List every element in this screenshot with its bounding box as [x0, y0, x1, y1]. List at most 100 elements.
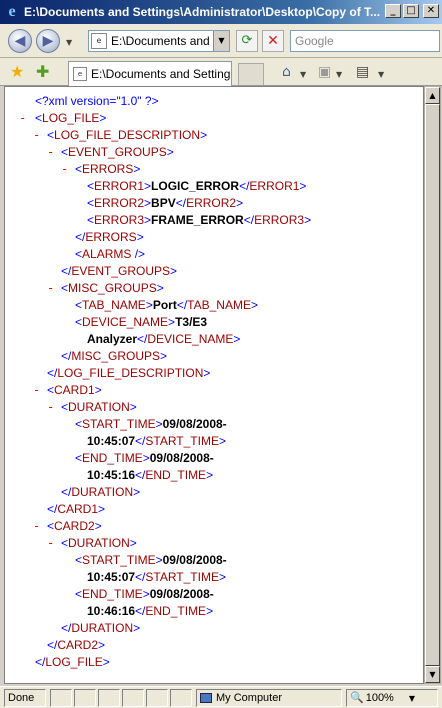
status-pane	[98, 689, 120, 707]
xml-node-device-name-close: Analyzer</DEVICE_NAME>	[87, 332, 241, 346]
xml-node-errors-close: </ERRORS>	[75, 230, 144, 244]
new-tab-button[interactable]	[238, 63, 264, 85]
recent-pages-dropdown-icon[interactable]: ▼	[66, 38, 72, 47]
xml-node-event-groups-close: </EVENT_GROUPS>	[61, 264, 178, 278]
node-value: 10:45:16	[87, 468, 136, 482]
node-value: 10:45:07	[87, 570, 136, 584]
tab-page-icon: e	[73, 67, 87, 81]
zoom-control[interactable]: 🔍 100% ▼	[346, 689, 438, 707]
xml-node-start-time-open: <START_TIME>09/08/2008-	[75, 417, 227, 431]
tag-name: CARD1	[57, 502, 99, 516]
address-text[interactable]: E:\Documents and Set	[111, 34, 211, 48]
tag-name: TAB_NAME	[187, 298, 251, 312]
forward-button[interactable]: ▶	[36, 29, 60, 53]
status-pane	[170, 689, 192, 707]
back-button[interactable]: ◀	[8, 29, 32, 53]
tag-name: START_TIME	[145, 570, 219, 584]
tab-current[interactable]: e E:\Documents and Setting...	[68, 61, 232, 86]
feeds-icon[interactable]: ▣	[318, 64, 331, 80]
xml-declaration: <?xml version="1.0" ?>	[5, 93, 423, 110]
collapse-toggle[interactable]: -	[19, 110, 26, 127]
xml-node-start-time-open: <START_TIME>09/08/2008-	[75, 553, 227, 567]
tag-name: END_TIME	[145, 468, 207, 482]
collapse-toggle[interactable]: -	[33, 518, 40, 535]
address-field[interactable]: e E:\Documents and Set ▼	[88, 30, 230, 52]
minimize-button[interactable]: _	[385, 4, 401, 18]
stop-button[interactable]: ✕	[262, 30, 284, 52]
declaration-text: <?xml version="1.0" ?>	[35, 94, 159, 108]
node-value: FRAME_ERROR	[151, 213, 244, 227]
xml-node-end-time-open: <END_TIME>09/08/2008-	[75, 587, 214, 601]
xml-node-end-time-close: 10:46:16</END_TIME>	[87, 604, 214, 618]
feeds-dropdown-icon[interactable]: ▼	[336, 70, 342, 79]
close-button[interactable]: ✕	[423, 4, 439, 18]
collapse-toggle[interactable]: -	[47, 144, 54, 161]
address-dropdown-icon[interactable]: ▼	[213, 31, 229, 51]
collapse-toggle[interactable]: -	[47, 535, 54, 552]
tag-name: START_TIME	[82, 417, 156, 431]
xml-node-card2-open: - <CARD2>	[33, 518, 102, 535]
xml-node-end-time-open: <END_TIME>09/08/2008-	[75, 451, 214, 465]
collapse-toggle[interactable]: -	[47, 399, 54, 416]
collapse-toggle[interactable]: -	[47, 280, 54, 297]
address-toolbar: ◀ ▶ ▼ e E:\Documents and Set ▼ ⟳ ✕ Googl…	[0, 24, 442, 58]
status-pane	[122, 689, 144, 707]
xml-node-errors-open: - <ERRORS>	[61, 161, 141, 178]
tag-name: EVENT_GROUPS	[71, 264, 171, 278]
status-pane	[146, 689, 168, 707]
tag-name: ERROR1	[249, 179, 300, 193]
xml-node-alarms: <ALARMS />	[75, 247, 146, 261]
node-value: 10:45:07	[87, 434, 136, 448]
window-controls: _ □ ✕	[385, 4, 439, 18]
ie-logo-icon: e	[8, 3, 16, 20]
tag-name: ERROR2	[94, 196, 145, 210]
search-input[interactable]: Google	[290, 30, 440, 52]
node-value: 09/08/2008-	[149, 451, 214, 465]
collapse-toggle[interactable]: -	[33, 127, 40, 144]
tag-name: MISC_GROUPS	[68, 281, 157, 295]
node-value: T3/E3	[175, 315, 208, 329]
print-dropdown-icon[interactable]: ▼	[378, 70, 384, 79]
tag-name: DURATION	[71, 621, 134, 635]
tag-name: DURATION	[68, 536, 130, 550]
xml-node-start-time-close: 10:45:07</START_TIME>	[87, 434, 226, 448]
xml-node-misc-groups-open: - <MISC_GROUPS>	[47, 280, 164, 297]
node-value: 09/08/2008-	[162, 553, 227, 567]
tag-name: START_TIME	[82, 553, 156, 567]
status-pane	[74, 689, 96, 707]
xml-node-end-time-close: 10:45:16</END_TIME>	[87, 468, 214, 482]
home-dropdown-icon[interactable]: ▼	[300, 70, 306, 79]
xml-node-error2: <ERROR2>BPV</ERROR2>	[87, 196, 244, 210]
tag-name: CARD1	[54, 383, 95, 397]
collapse-toggle[interactable]: -	[33, 382, 40, 399]
xml-node-card1-close: </CARD1>	[47, 502, 106, 516]
home-icon[interactable]: ⌂	[282, 64, 291, 80]
collapse-toggle[interactable]: -	[61, 161, 68, 178]
status-pane	[50, 689, 72, 707]
xml-node-log-file-description-close: </LOG_FILE_DESCRIPTION>	[47, 366, 211, 380]
tag-name: ERRORS	[82, 162, 134, 176]
scroll-down-icon[interactable]: ▼	[425, 666, 440, 683]
status-bar: Done My Computer 🔍 100% ▼	[0, 686, 442, 708]
zoom-label: 100%	[365, 692, 394, 704]
scroll-thumb[interactable]	[425, 104, 440, 666]
print-icon[interactable]: ▤	[356, 64, 369, 80]
tag-name: DEVICE_NAME	[147, 332, 234, 346]
page-icon: e	[91, 33, 107, 49]
computer-icon	[200, 693, 212, 704]
add-favorite-icon[interactable]: ✚	[36, 62, 49, 81]
xml-node-duration-close: </DURATION>	[61, 485, 141, 499]
node-value: BPV	[151, 196, 176, 210]
refresh-button[interactable]: ⟳	[236, 30, 258, 52]
tab-label: E:\Documents and Setting...	[91, 67, 231, 81]
vertical-scrollbar[interactable]: ▲ ▼	[424, 86, 441, 684]
tag-name: DEVICE_NAME	[82, 315, 169, 329]
xml-node-log-file-description-open: - <LOG_FILE_DESCRIPTION>	[33, 127, 208, 144]
favorites-star-icon[interactable]: ★	[10, 62, 24, 81]
zoom-dropdown-icon[interactable]: ▼	[409, 694, 415, 703]
scroll-up-icon[interactable]: ▲	[425, 87, 440, 104]
maximize-button[interactable]: □	[403, 4, 419, 18]
node-value: 09/08/2008-	[149, 587, 214, 601]
security-zone[interactable]: My Computer	[196, 689, 342, 707]
title-bar: e E:\Documents and Settings\Administrato…	[0, 0, 442, 24]
